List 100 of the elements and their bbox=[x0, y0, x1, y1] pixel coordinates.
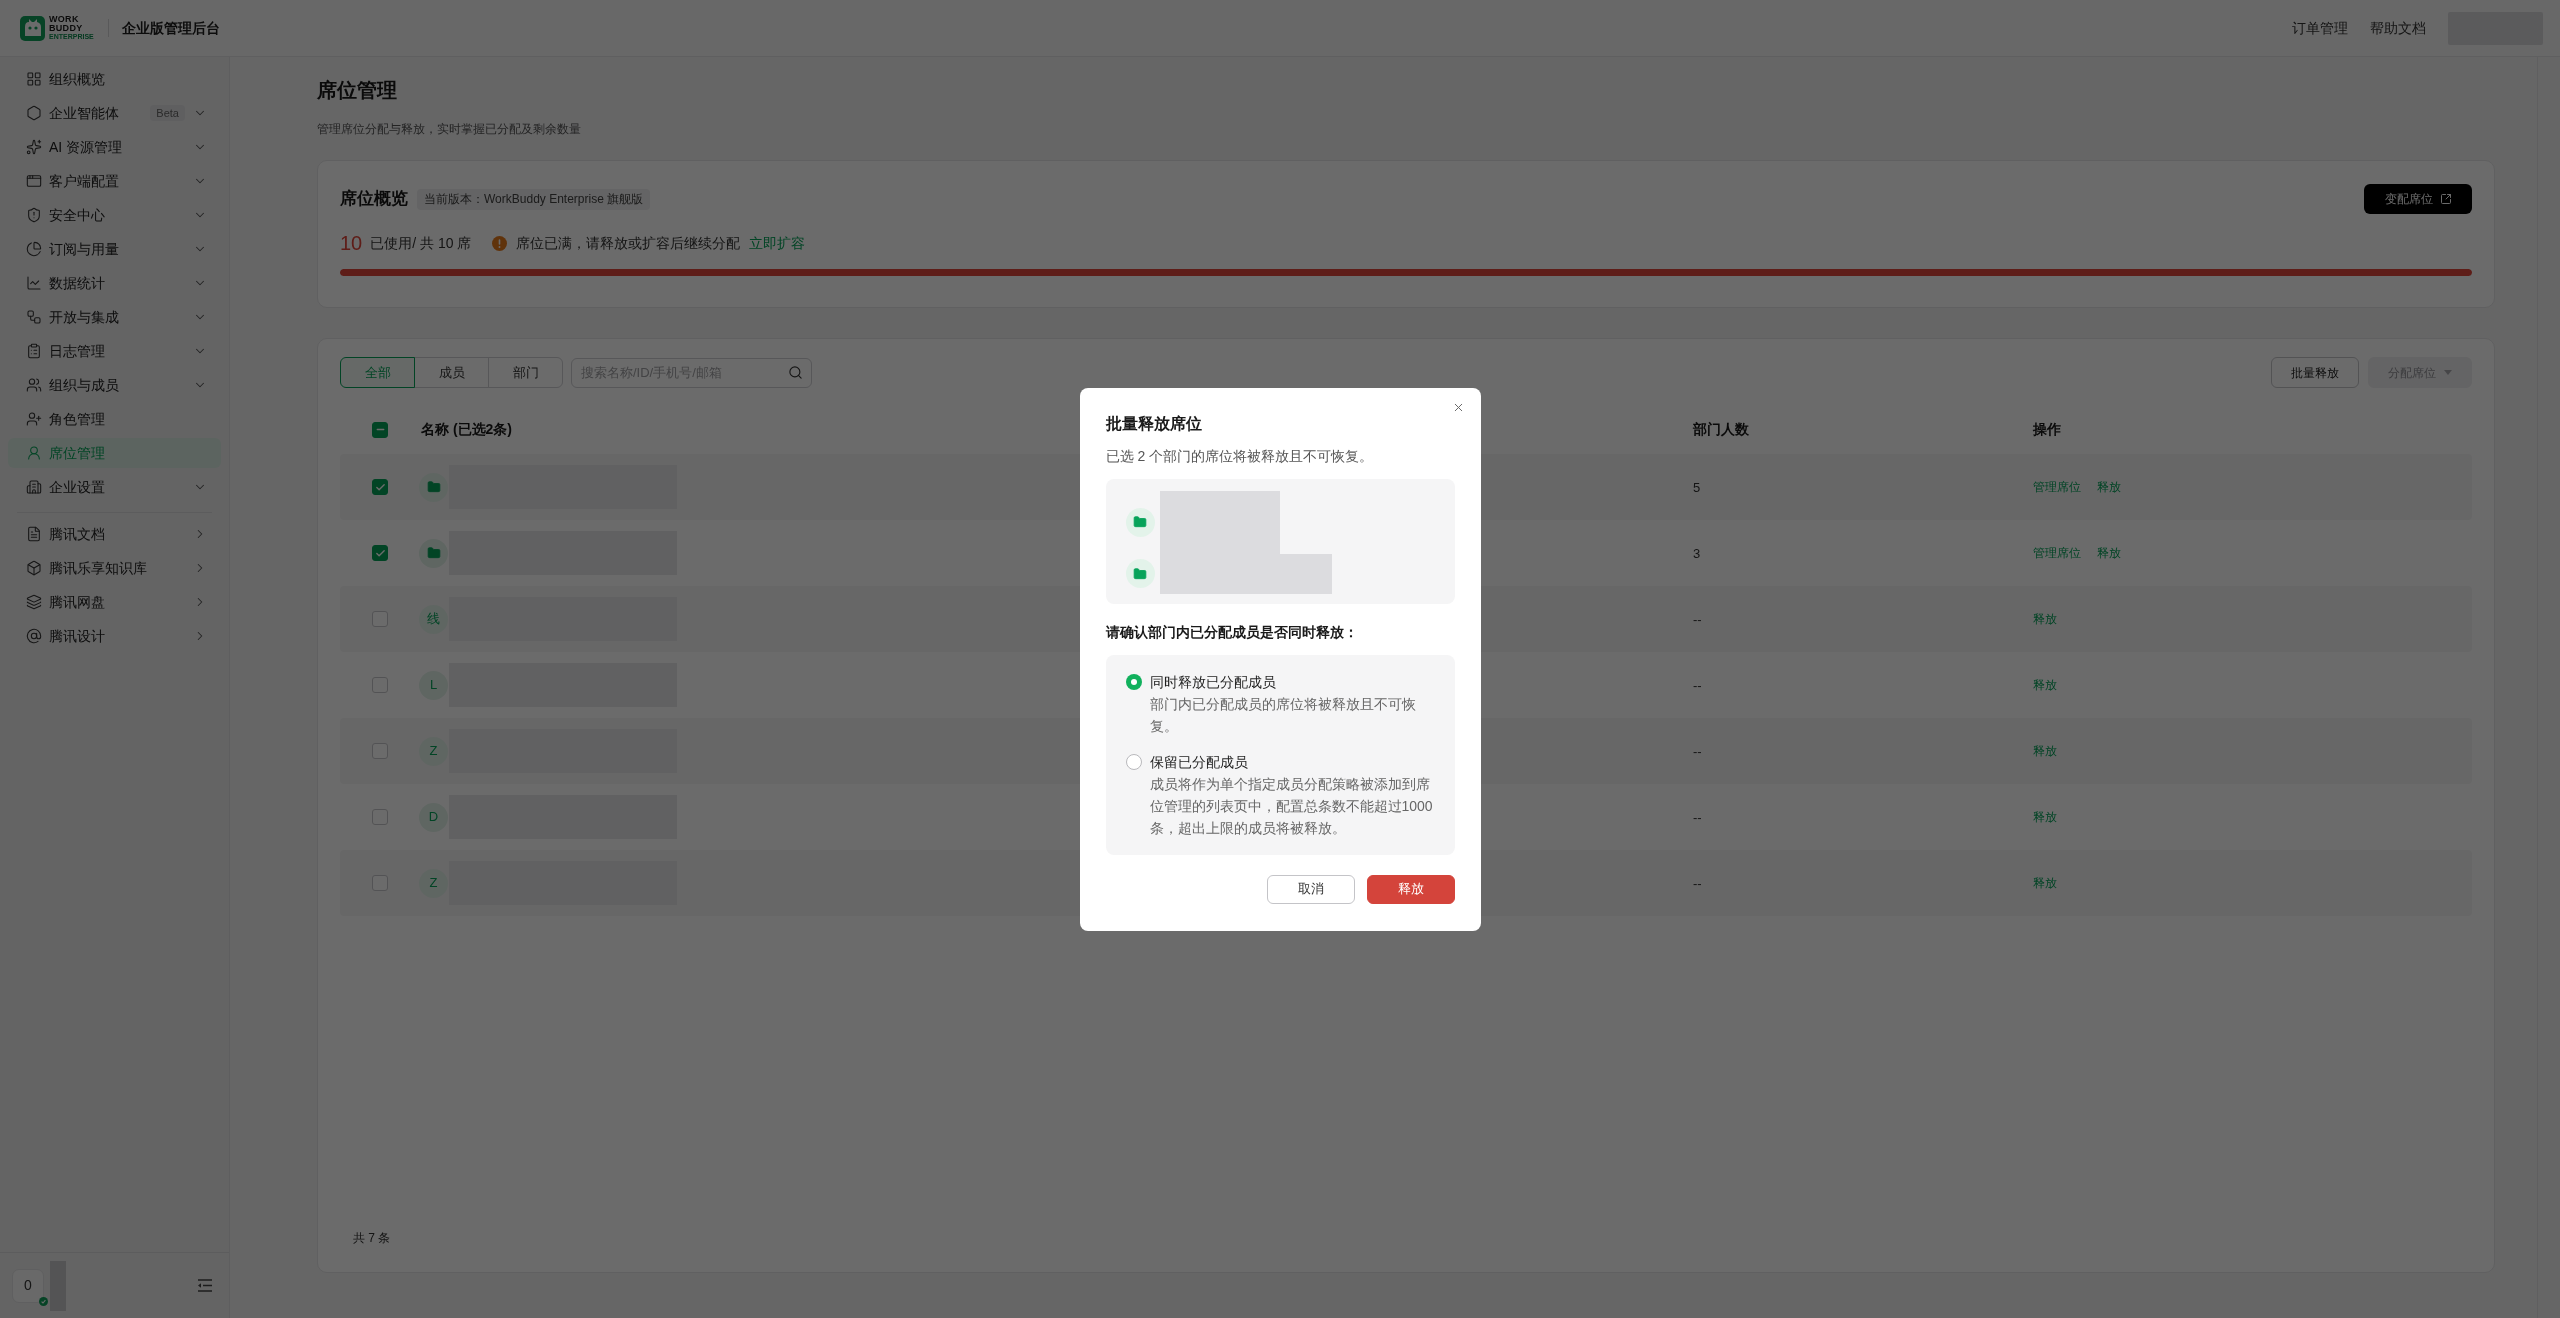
folder-icon bbox=[1125, 559, 1155, 588]
sidebar-item[interactable]: 腾讯文档 bbox=[8, 519, 221, 549]
sidebar-item[interactable]: 腾讯乐享知识库 bbox=[8, 553, 221, 583]
header-link[interactable]: 帮助文档 bbox=[2370, 17, 2426, 39]
checkbox[interactable] bbox=[372, 545, 388, 561]
table-cell: -- bbox=[1693, 810, 1702, 825]
cancel-button[interactable]: 取消 bbox=[1266, 874, 1355, 904]
action-link[interactable]: 释放 bbox=[2033, 742, 2057, 760]
check-icon bbox=[374, 481, 386, 493]
folder-icon bbox=[419, 472, 448, 502]
line-chart-icon bbox=[26, 275, 42, 291]
hexagon-icon bbox=[26, 105, 42, 121]
action-link[interactable]: 管理席位 bbox=[2033, 478, 2081, 496]
usage-text: 已使用/ 共 10 席 bbox=[370, 233, 472, 253]
dialog-question: 请确认部门内已分配成员是否同时释放： bbox=[1105, 622, 1359, 642]
radio-button[interactable] bbox=[1125, 673, 1142, 690]
app-title: 企业版管理后台 bbox=[121, 18, 220, 38]
logo-text: BUDDY bbox=[49, 24, 84, 33]
document-icon bbox=[26, 526, 42, 542]
action-link[interactable]: 释放 bbox=[2097, 478, 2121, 496]
close-icon bbox=[1452, 401, 1465, 414]
table-cell: 3 bbox=[1693, 546, 1701, 561]
checkbox[interactable] bbox=[372, 809, 388, 825]
filter-tab[interactable]: 部门 bbox=[488, 357, 563, 388]
flow-icon bbox=[26, 309, 42, 325]
used-count: 10 bbox=[340, 232, 363, 254]
sidebar-item[interactable]: 客户端配置 bbox=[8, 166, 221, 196]
user-icon bbox=[26, 445, 42, 461]
window-icon bbox=[26, 173, 42, 189]
checkbox[interactable] bbox=[372, 611, 388, 627]
action-link[interactable]: 释放 bbox=[2033, 610, 2057, 628]
change-seats-button[interactable]: 变配席位 bbox=[2364, 184, 2472, 214]
checkbox[interactable] bbox=[372, 875, 388, 891]
box-icon bbox=[26, 560, 42, 576]
layers-icon bbox=[26, 594, 42, 610]
sparkle-icon bbox=[26, 139, 42, 155]
filter-tab[interactable]: 成员 bbox=[414, 357, 489, 388]
letter-avatar: Z bbox=[419, 868, 448, 898]
caret-icon bbox=[2444, 370, 2452, 375]
user-plus-icon bbox=[26, 411, 42, 427]
action-link[interactable]: 释放 bbox=[2033, 676, 2057, 694]
dialog-description: 已选 2 个部门的席位将被释放且不可恢复。 bbox=[1105, 446, 1375, 466]
folder-icon bbox=[1125, 507, 1155, 537]
sidebar-item[interactable]: 席位管理 bbox=[8, 438, 221, 468]
confirm-button[interactable]: 释放 bbox=[1366, 874, 1455, 904]
filter-tab[interactable]: 全部 bbox=[340, 357, 415, 388]
column-header: 部门人数 bbox=[1693, 421, 1749, 437]
checkbox[interactable] bbox=[372, 677, 388, 693]
page-title: 席位管理 bbox=[317, 78, 398, 103]
table-cell: -- bbox=[1693, 876, 1702, 891]
checkbox[interactable] bbox=[372, 479, 388, 495]
action-link[interactable]: 释放 bbox=[2033, 808, 2057, 826]
check-icon bbox=[374, 547, 386, 559]
table-cell: -- bbox=[1693, 678, 1702, 693]
shield-icon bbox=[26, 207, 42, 223]
table-cell: 5 bbox=[1693, 480, 1701, 495]
checkbox[interactable] bbox=[372, 743, 388, 759]
radio-button[interactable] bbox=[1125, 753, 1142, 770]
option-label[interactable]: 同时释放已分配成员 bbox=[1149, 670, 1434, 693]
clipboard-icon bbox=[26, 343, 42, 359]
dialog-title: 批量释放席位 bbox=[1105, 413, 1203, 434]
grid-icon bbox=[26, 71, 42, 87]
sidebar-item[interactable]: 角色管理 bbox=[8, 404, 221, 434]
sidebar-item[interactable]: 组织概览 bbox=[8, 64, 221, 94]
toolbar-button[interactable]: 批量释放 bbox=[2271, 357, 2359, 388]
action-link[interactable]: 管理席位 bbox=[2033, 544, 2081, 562]
user-avatar[interactable]: 0 bbox=[12, 1268, 44, 1303]
option-description: 成员将作为单个指定成员分配策略被添加到席位管理的列表页中，配置总条数不能超过1000条，超出上限的成员将被释放。 bbox=[1149, 774, 1434, 838]
sidebar-item[interactable]: 腾讯网盘 bbox=[8, 587, 221, 617]
expand-link[interactable]: 立即扩容 bbox=[749, 232, 806, 254]
checkbox[interactable] bbox=[372, 421, 388, 438]
letter-avatar: D bbox=[419, 802, 448, 832]
building-icon bbox=[26, 479, 42, 495]
option-label[interactable]: 保留已分配成员 bbox=[1149, 750, 1434, 773]
pie-chart-icon bbox=[26, 241, 42, 257]
sidebar-item[interactable]: 日志管理 bbox=[8, 336, 221, 366]
sidebar-item[interactable]: AI 资源管理 bbox=[8, 132, 221, 162]
sidebar-item[interactable]: 开放与集成 bbox=[8, 302, 221, 332]
sidebar-item[interactable]: 订阅与用量 bbox=[8, 234, 221, 264]
users-icon bbox=[26, 377, 42, 393]
warning-text: 席位已满，请释放或扩容后继续分配 bbox=[516, 233, 741, 253]
column-header: 操作 bbox=[2033, 421, 2061, 437]
header-link[interactable]: 订单管理 bbox=[2292, 17, 2348, 39]
action-link[interactable]: 释放 bbox=[2097, 544, 2121, 562]
sidebar-item[interactable]: 腾讯设计 bbox=[8, 621, 221, 651]
logo-icon bbox=[20, 15, 45, 41]
search-icon bbox=[788, 364, 803, 380]
table-cell: -- bbox=[1693, 612, 1702, 627]
warning-icon bbox=[492, 235, 508, 251]
status-badge-icon bbox=[39, 1296, 48, 1306]
sidebar-item[interactable]: 安全中心 bbox=[8, 200, 221, 230]
sidebar-item[interactable]: 组织与成员 bbox=[8, 370, 221, 400]
sidebar-item[interactable]: 企业设置 bbox=[8, 472, 221, 502]
sidebar-item[interactable]: 数据统计 bbox=[8, 268, 221, 298]
collapse-menu-icon[interactable] bbox=[197, 1279, 213, 1292]
page-subtitle: 管理席位分配与释放，实时掌握已分配及剩余数量 bbox=[317, 121, 582, 138]
logo-text: WORK bbox=[49, 15, 80, 24]
folder-icon bbox=[419, 538, 448, 568]
total-count: 共 7 条 bbox=[353, 1231, 391, 1245]
action-link[interactable]: 释放 bbox=[2033, 874, 2057, 892]
